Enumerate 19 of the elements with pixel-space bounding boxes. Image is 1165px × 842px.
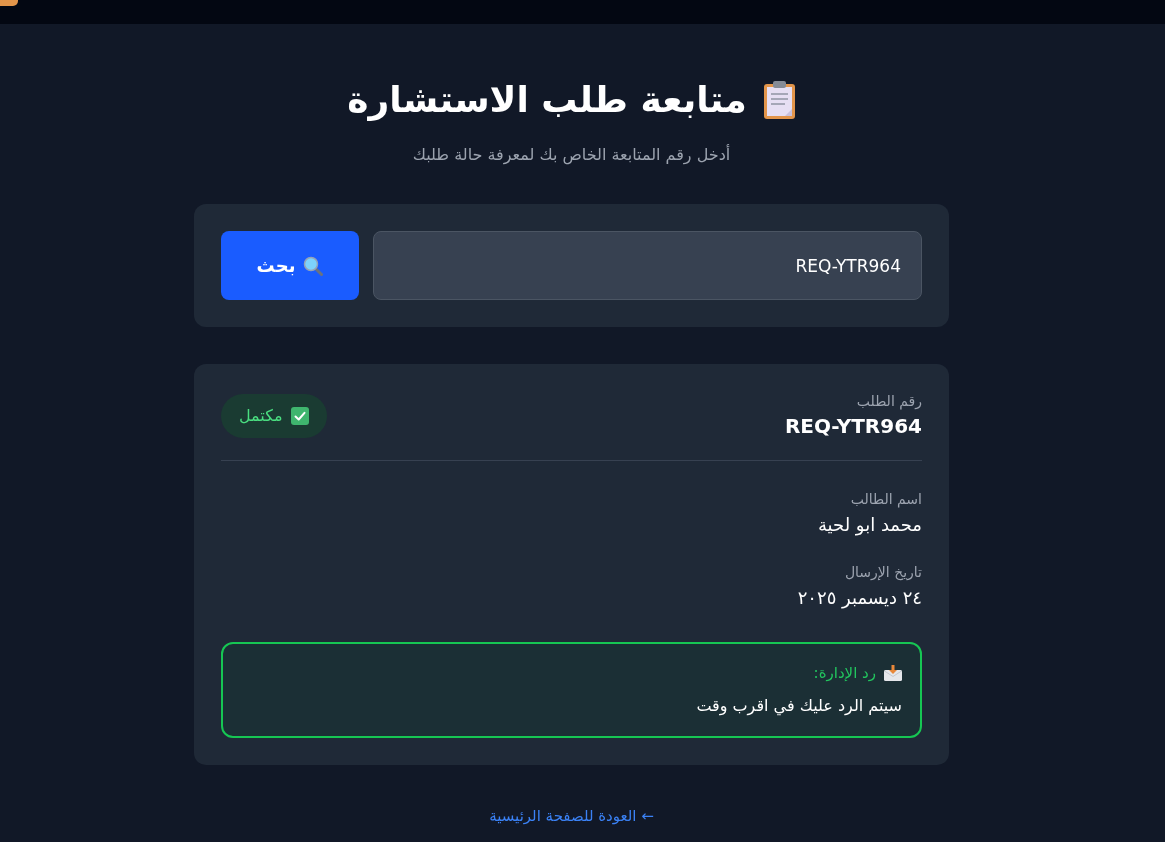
check-icon: [290, 406, 309, 425]
clipboard-icon: [762, 80, 796, 120]
status-badge: مكتمل: [221, 393, 327, 438]
search-field[interactable]: REQ-YTR964: [373, 231, 922, 300]
page-title: متابعة طلب الاستشارة: [347, 78, 747, 122]
admin-reply-title: رد الإدارة:: [813, 663, 876, 684]
request-number: REQ-YTR964: [784, 413, 922, 440]
back-link[interactable]: ← العودة للصفحة الرئيسية: [489, 806, 654, 826]
field-label: تاريخ الإرسال: [843, 563, 922, 582]
page-subtitle: أدخل رقم المتابعة الخاص بك لمعرفة حالة طلبك: [412, 143, 731, 167]
field-label: اسم الطالب: [849, 490, 922, 509]
envelope-icon: [884, 665, 902, 681]
field-label: رقم الطلب: [855, 392, 922, 411]
field-value: ٢٤ ديسمبر ٢٠٢٥: [796, 586, 922, 611]
admin-reply-text: سيتم الرد عليك في اقرب وقت: [695, 695, 902, 718]
logo-icon: [0, 0, 18, 6]
search-button[interactable]: بحث: [221, 231, 359, 300]
search-icon: [303, 255, 324, 276]
field-value: محمد ابو لحية: [816, 513, 922, 538]
